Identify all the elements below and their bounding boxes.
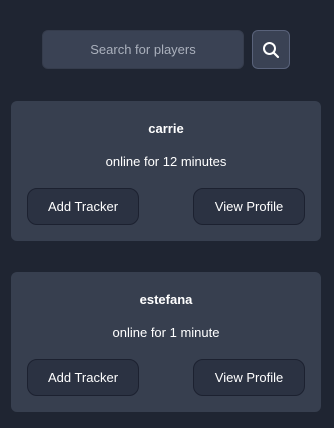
player-card: estefana online for 1 minute Add Tracker…: [11, 272, 321, 412]
online-status: online for 12 minutes: [105, 154, 227, 169]
search-icon: [263, 41, 280, 58]
online-status: online for 1 minute: [112, 325, 220, 340]
add-tracker-button[interactable]: Add Tracker: [27, 188, 139, 225]
view-profile-button[interactable]: View Profile: [193, 359, 305, 396]
player-name: estefana: [139, 292, 193, 307]
player-name: carrie: [148, 121, 184, 136]
search-input[interactable]: [42, 30, 244, 69]
view-profile-button[interactable]: View Profile: [193, 188, 305, 225]
player-card: carrie online for 12 minutes Add Tracker…: [11, 101, 321, 241]
search-button[interactable]: [252, 30, 290, 69]
add-tracker-button[interactable]: Add Tracker: [27, 359, 139, 396]
